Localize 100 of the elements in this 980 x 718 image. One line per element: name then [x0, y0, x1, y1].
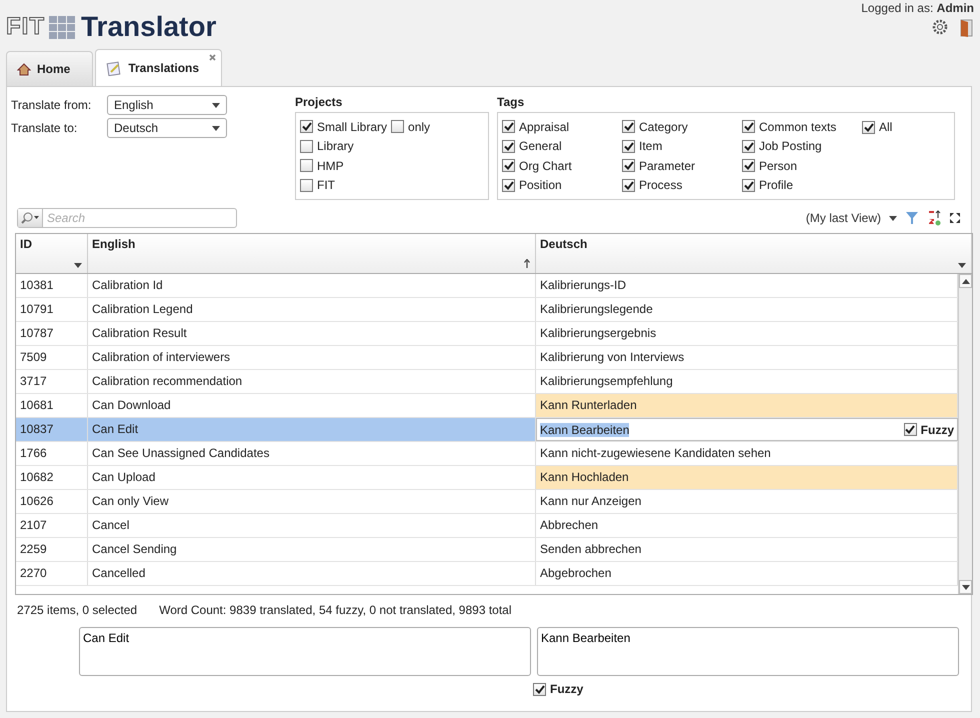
checkbox-label: Fuzzy — [920, 422, 954, 436]
table-cell: 2107 — [16, 514, 88, 537]
column-header[interactable]: ID — [16, 234, 88, 273]
checkbox[interactable] — [904, 423, 917, 436]
table-cell: Kann Runterladen — [536, 394, 958, 417]
scroll-up-icon[interactable] — [962, 278, 970, 284]
caret-icon[interactable] — [958, 263, 966, 268]
checkbox[interactable] — [622, 178, 635, 192]
login-label: Logged in as: — [861, 1, 934, 15]
search-icon[interactable] — [20, 212, 40, 224]
door-icon[interactable] — [960, 19, 974, 37]
table-cell: 2259 — [16, 538, 88, 561]
caret-icon[interactable] — [889, 216, 897, 220]
checkbox[interactable] — [622, 140, 635, 153]
settings-icon[interactable] — [932, 19, 948, 35]
word-count: Word Count: 9839 translated, 54 fuzzy, 0 not translated, 9893 total — [159, 603, 512, 619]
table-cell: 10626 — [16, 490, 88, 513]
checkbox-label: Fuzzy — [550, 682, 584, 696]
checkbox-label: Org Chart — [519, 158, 572, 173]
table-cell: 3717 — [16, 370, 88, 393]
checkbox[interactable] — [622, 120, 635, 134]
checkbox-label: General — [519, 139, 562, 154]
selection-count: 2725 items, 0 selected — [17, 603, 138, 619]
language-dropdown[interactable]: Deutsch — [107, 118, 227, 138]
caret-icon — [212, 126, 220, 130]
view-dropdown[interactable]: (My last View) — [806, 211, 881, 225]
checkbox-label: only — [408, 120, 430, 134]
checkbox[interactable] — [502, 159, 515, 172]
checkbox-label: Person — [759, 158, 798, 173]
expand-icon[interactable] — [949, 212, 961, 224]
table-cell: 1766 — [16, 442, 88, 465]
checkbox[interactable] — [742, 159, 755, 172]
checkbox-label: Process — [639, 178, 682, 192]
table-cell: Kann Hochladen — [536, 466, 958, 489]
translation-text-field[interactable]: Kann Bearbeiten — [537, 627, 959, 676]
checkbox[interactable] — [300, 159, 313, 172]
document-icon — [106, 60, 122, 76]
table-cell: 10837 — [16, 418, 88, 441]
caret-icon[interactable] — [74, 263, 82, 268]
sort-icon[interactable] — [927, 210, 941, 226]
checkbox[interactable] — [391, 120, 404, 134]
logo-title: Translator — [81, 11, 216, 43]
checkbox-label: Item — [639, 139, 662, 154]
column-header[interactable]: English — [88, 234, 536, 273]
caret-icon — [212, 102, 220, 108]
language-dropdown[interactable]: English — [107, 95, 227, 115]
table-cell: Can only View — [88, 490, 536, 513]
language-label: Translate to: — [11, 120, 78, 137]
table-cell: Cancel — [88, 514, 536, 537]
table-cell: 7509 — [16, 346, 88, 369]
checkbox[interactable] — [502, 140, 515, 153]
scrollbar[interactable] — [958, 274, 972, 594]
table-cell: Calibration Id — [88, 274, 536, 297]
table-cell: 10791 — [16, 298, 88, 321]
table-cell: Calibration Legend — [88, 298, 536, 321]
checkbox-label: Position — [519, 178, 562, 192]
table-cell: Calibration Result — [88, 322, 536, 345]
checkbox-label: Category — [639, 120, 688, 134]
checkbox[interactable] — [502, 178, 515, 192]
close-icon[interactable] — [209, 54, 216, 61]
checkbox-label: Profile — [759, 178, 794, 192]
filter-icon[interactable] — [905, 211, 919, 225]
tab[interactable]: Translations — [95, 49, 222, 86]
tab[interactable]: Home — [6, 51, 94, 86]
scroll-down-icon[interactable] — [962, 584, 970, 590]
checkbox[interactable] — [300, 178, 313, 192]
checkbox[interactable] — [300, 120, 313, 134]
checkbox-label: Job Posting — [759, 139, 822, 154]
checkbox-label: Common texts — [759, 120, 836, 134]
column-header[interactable]: Deutsch — [536, 234, 972, 273]
translation-input[interactable]: Kann Bearbeiten Fuzzy — [536, 418, 958, 441]
checkbox[interactable] — [300, 140, 313, 153]
table-cell: 2270 — [16, 562, 88, 585]
table-cell: Cancel Sending — [88, 538, 536, 561]
checkbox[interactable] — [742, 178, 755, 192]
logo-text: FIT — [6, 13, 45, 41]
user-name: Admin — [936, 1, 974, 15]
checkbox-label: Parameter — [639, 158, 696, 173]
table-cell: 10381 — [16, 274, 88, 297]
group-title: Tags — [497, 95, 526, 111]
table-cell: Can See Unassigned Candidates — [88, 442, 536, 465]
checkbox[interactable] — [533, 682, 546, 696]
table-cell: 10682 — [16, 466, 88, 489]
checkbox-label: HMP — [317, 158, 344, 173]
checkbox-label: Small Library — [317, 120, 388, 134]
checkbox-label: FIT — [317, 178, 335, 192]
checkbox[interactable] — [502, 120, 515, 134]
table-cell: Cancelled — [88, 562, 536, 585]
checkbox[interactable] — [862, 120, 875, 134]
search-box[interactable]: Search — [17, 208, 237, 228]
group-title: Projects — [295, 95, 344, 111]
checkbox[interactable] — [742, 140, 755, 153]
language-label: Translate from: — [11, 97, 92, 114]
table-cell: 10787 — [16, 322, 88, 345]
checkbox[interactable] — [742, 120, 755, 134]
house-icon — [17, 62, 31, 76]
checkbox[interactable] — [622, 159, 635, 172]
table-cell: Calibration of interviewers — [88, 346, 536, 369]
logo-grid-icon — [49, 14, 77, 40]
source-text-field[interactable]: Can Edit — [79, 627, 531, 676]
